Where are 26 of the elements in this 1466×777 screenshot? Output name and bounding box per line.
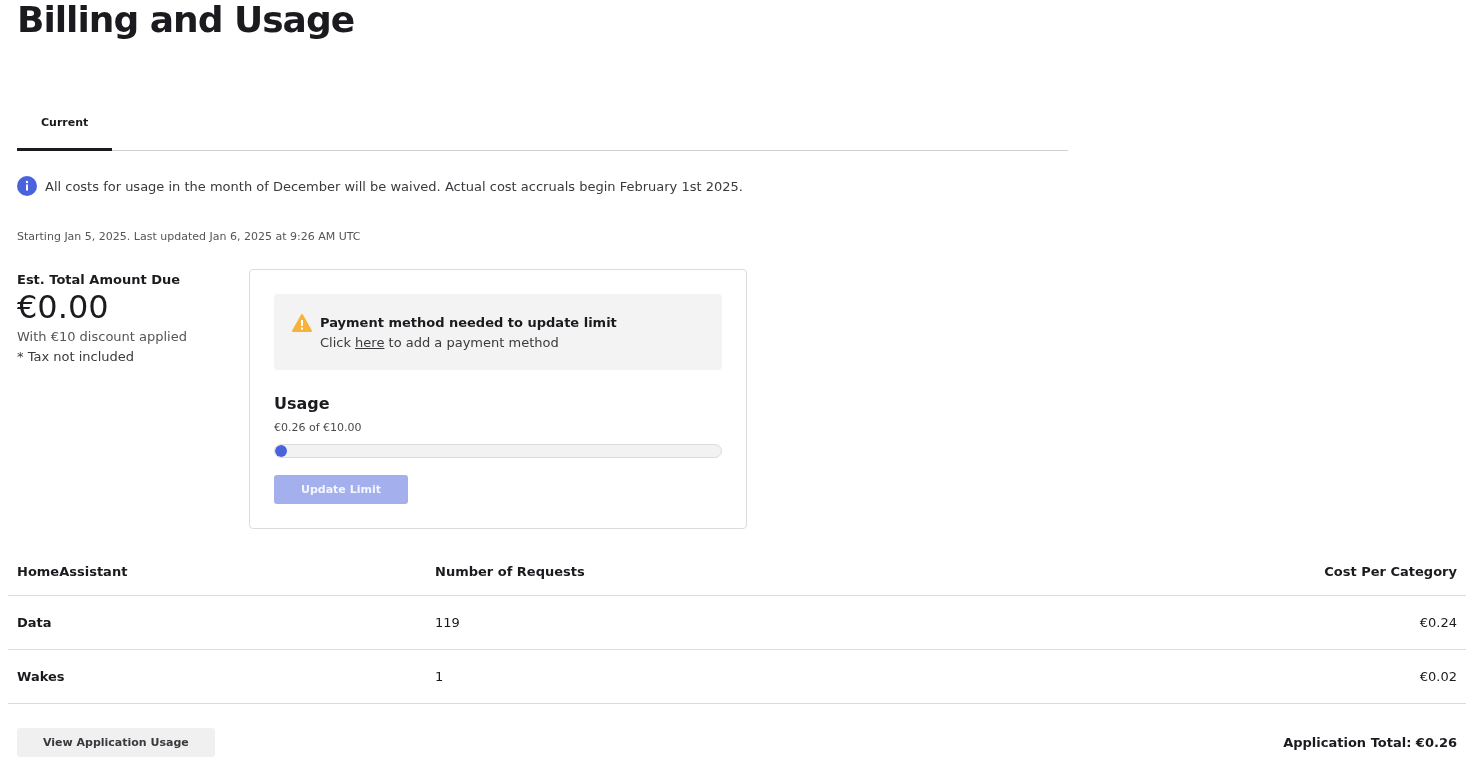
table-cell-text: 119 [434,615,461,630]
warning-title: Payment method needed to update limit [320,314,617,332]
discount-note: With €10 discount applied [17,328,188,346]
column-header: Cost Per Category [1323,564,1458,579]
table-cell-text: Data [16,615,53,630]
usage-reading: €0.26 of €10.00 [274,421,363,434]
view-usage-button[interactable]: View Application Usage [17,728,215,757]
table-cell-text: €0.02 [1418,669,1458,684]
info-icon [17,176,37,196]
usage-heading: Usage [274,394,330,413]
table-cell-text: €0.24 [1418,615,1458,630]
column-header: HomeAssistant [16,564,129,579]
table-cell-text: Wakes [16,669,66,684]
notice-text: All costs for usage in the month of December will be waived. Actual cost accruals begin February 1st 2025. [45,178,743,194]
amount-due: €0.00 [17,287,110,327]
page-title: Billing and Usage [17,0,355,40]
payment-link[interactable]: here [355,335,385,350]
tax-note: * Tax not included [17,348,135,366]
application-total: Application Total: €0.26 [1283,735,1457,750]
billing-period: Starting Jan 5, 2025. Last updated Jan 6, 2025 at 9:26 AM UTC [17,230,362,243]
amount-due-label: Est. Total Amount Due [17,272,181,287]
column-header: Number of Requests [434,564,586,579]
warning-icon [292,314,312,332]
table-cell-text: 1 [434,669,445,684]
warning-message: Click here to add a payment method [320,334,560,352]
tab[interactable]: Current [17,104,113,151]
